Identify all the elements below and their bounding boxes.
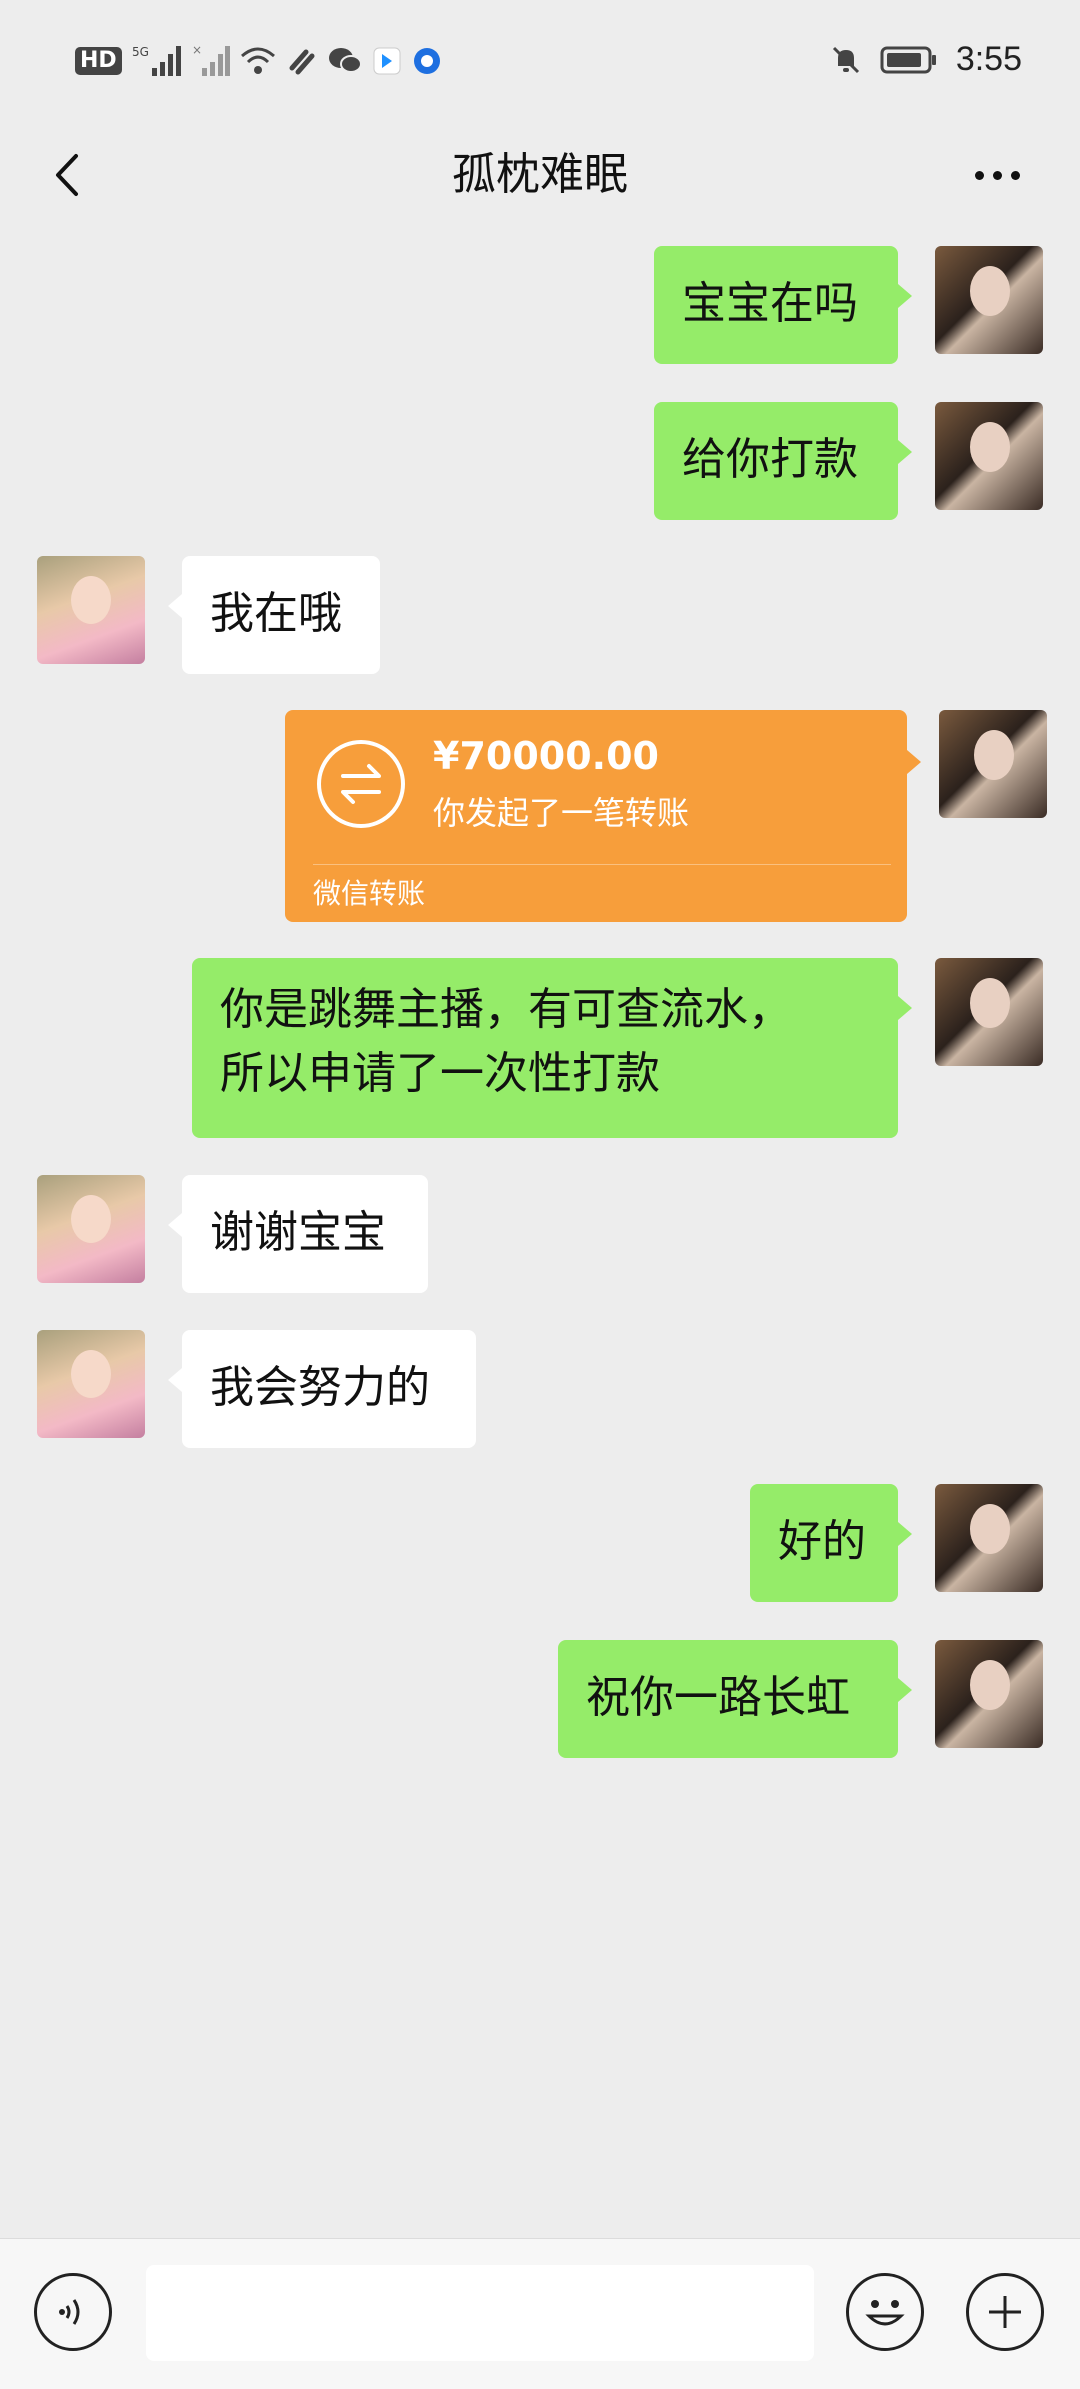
wifi-icon [240,46,276,76]
message-bubble[interactable]: 我会努力的 [168,1330,476,1448]
more-button[interactable] [962,140,1032,210]
transfer-card[interactable]: ¥70000.00 你发起了一笔转账 微信转账 [285,710,921,922]
message-bubble[interactable]: 宝宝在吗 [654,246,912,364]
wechat-icon [328,46,362,76]
transfer-footer: 微信转账 [313,877,426,910]
svg-text:5G: 5G [132,45,149,59]
emoji-button[interactable] [846,2273,924,2351]
battery-icon [880,45,938,75]
self-avatar[interactable] [935,246,1043,354]
self-avatar[interactable] [935,402,1043,510]
voice-icon [59,2299,80,2325]
plus-button[interactable] [966,2273,1044,2351]
message-bubble[interactable]: 你是跳舞主播，有可查流水， 所以申请了一次性打款 [192,958,912,1138]
plus-icon [989,2296,1021,2328]
message-bubble[interactable]: 祝你一路长虹 [558,1640,912,1758]
status-left-icons: HD 5G × [75,44,442,78]
chat-title: 孤枕难眠 [452,149,628,200]
contact-avatar[interactable] [37,556,145,664]
mute-bell-icon [830,44,862,76]
voice-button[interactable] [34,2273,112,2351]
contact-avatar[interactable] [37,1330,145,1438]
more-dots-icon [1010,170,1020,180]
message-bubble[interactable]: 好的 [750,1484,912,1602]
self-avatar[interactable] [935,1640,1043,1748]
emoji-icon [865,2300,905,2326]
transfer-divider [313,864,891,865]
signal-5g-icon: 5G [132,44,182,78]
message-bubble[interactable]: 谢谢宝宝 [168,1175,428,1293]
browser-icon [412,46,442,76]
message-input[interactable] [146,2265,814,2361]
hd-icon: HD [75,47,122,75]
more-dots-icon [974,170,984,180]
input-bar [0,2238,1080,2389]
self-avatar[interactable] [939,710,1047,818]
app-notification-icon [372,46,402,76]
transfer-description: 你发起了一笔转账 [433,794,690,832]
message-bubble[interactable]: 我在哦 [168,556,380,674]
transfer-amount: ¥70000.00 [433,734,659,778]
chat-header: 孤枕难眠 [0,120,1080,230]
svg-text:×: × [192,44,202,57]
message-line: 所以申请了一次性打款 [220,1048,660,1099]
contact-avatar[interactable] [37,1175,145,1283]
status-right-icons: 3:55 [830,40,1022,79]
message-bubble[interactable]: 给你打款 [654,402,912,520]
link-icon [286,46,318,76]
transfer-icon [317,740,405,828]
more-dots-icon [992,170,1002,180]
status-time: 3:55 [955,40,1022,78]
self-avatar[interactable] [935,958,1043,1066]
signal-nosim-icon: × [192,44,230,78]
status-bar: HD 5G × 3:55 [0,0,1080,130]
self-avatar[interactable] [935,1484,1043,1592]
message-line: 你是跳舞主播，有可查流水， [220,984,792,1035]
